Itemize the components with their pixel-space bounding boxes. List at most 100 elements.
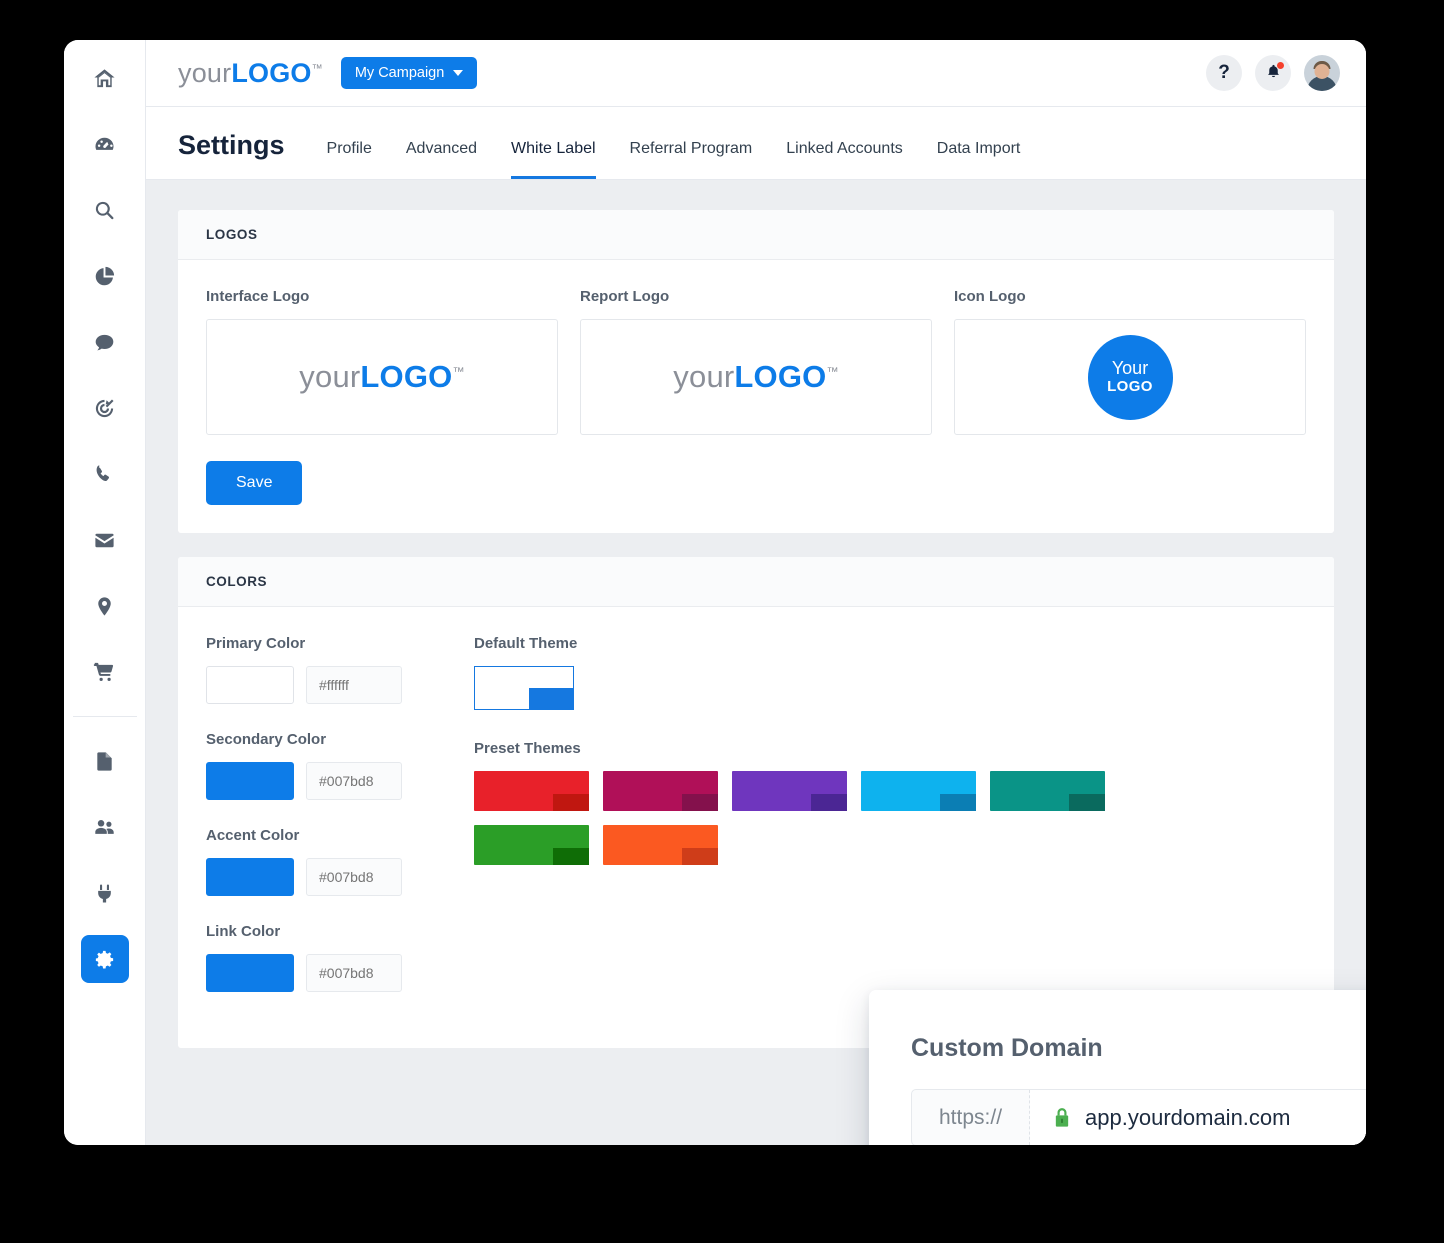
search-icon xyxy=(93,199,116,222)
tab-profile[interactable]: Profile xyxy=(327,140,372,179)
avatar-face xyxy=(1314,64,1330,79)
link-color-swatch[interactable] xyxy=(206,954,294,992)
tab-referral-program[interactable]: Referral Program xyxy=(630,140,753,179)
themes-column: Default Theme Preset Themes xyxy=(474,635,1306,992)
sidebar-item-calls[interactable] xyxy=(81,450,129,498)
topbar-actions: ? xyxy=(1206,55,1340,91)
accent-color-field: Accent Color xyxy=(206,827,474,896)
sidebar-item-goals[interactable] xyxy=(81,384,129,432)
notifications-button[interactable] xyxy=(1255,55,1291,91)
comment-icon xyxy=(93,331,116,354)
default-theme-accent xyxy=(529,688,573,709)
preset-theme-teal[interactable] xyxy=(990,771,1105,811)
accent-color-label: Accent Color xyxy=(206,827,300,844)
plug-icon xyxy=(93,882,116,905)
preset-theme-accent xyxy=(682,848,718,865)
primary-color-hex-input[interactable] xyxy=(306,666,402,704)
link-color-hex-input[interactable] xyxy=(306,954,402,992)
secondary-color-label: Secondary Color xyxy=(206,731,327,748)
report-logo-upload-box[interactable]: yourLOGO™ xyxy=(580,319,932,435)
default-theme-swatch[interactable] xyxy=(474,666,574,710)
chevron-down-icon xyxy=(453,70,464,76)
main-content: LOGOS Interface Logo yourLOGO™ Report Lo… xyxy=(146,180,1366,1145)
sidebar-item-documents[interactable] xyxy=(81,737,129,785)
logos-panel-body: Interface Logo yourLOGO™ Report Logo you… xyxy=(178,260,1334,533)
preset-theme-accent xyxy=(553,794,589,811)
preset-theme-green[interactable] xyxy=(474,825,589,865)
save-button[interactable]: Save xyxy=(206,461,303,505)
sidebar-item-commerce[interactable] xyxy=(81,648,129,696)
icon-logo-line2: LOGO xyxy=(1107,377,1153,395)
tab-linked-accounts[interactable]: Linked Accounts xyxy=(786,140,903,179)
phone-icon xyxy=(93,463,116,486)
map-pin-icon xyxy=(93,595,116,618)
sidebar-item-integrations[interactable] xyxy=(81,869,129,917)
sidebar-item-contacts[interactable] xyxy=(81,803,129,851)
interface-logo-preview: yourLOGO™ xyxy=(299,359,464,395)
preset-themes-label: Preset Themes xyxy=(474,740,581,757)
interface-logo-field: Interface Logo yourLOGO™ xyxy=(206,288,558,435)
icon-logo-field: Icon Logo Your LOGO xyxy=(954,288,1306,435)
default-theme-field: Default Theme xyxy=(474,635,1306,710)
sidebar-item-home[interactable] xyxy=(81,54,129,102)
colors-panel-title: COLORS xyxy=(206,574,268,589)
preset-theme-accent xyxy=(940,794,976,811)
tab-bar: Settings Profile Advanced White Label Re… xyxy=(146,107,1366,180)
tab-advanced[interactable]: Advanced xyxy=(406,140,477,179)
logos-panel-title: LOGOS xyxy=(206,227,258,242)
primary-color-field: Primary Color xyxy=(206,635,474,704)
preset-theme-red[interactable] xyxy=(474,771,589,811)
content-area: yourLOGO™ My Campaign ? Settings Profile… xyxy=(146,40,1366,1145)
logos-panel: LOGOS Interface Logo yourLOGO™ Report Lo… xyxy=(178,210,1334,533)
interface-logo-upload-box[interactable]: yourLOGO™ xyxy=(206,319,558,435)
report-logo-field: Report Logo yourLOGO™ xyxy=(580,288,932,435)
report-logo-prefix: your xyxy=(673,359,735,394)
document-icon xyxy=(93,750,116,773)
secondary-color-swatch[interactable] xyxy=(206,762,294,800)
sidebar-item-dashboard[interactable] xyxy=(81,120,129,168)
brand-tm: ™ xyxy=(311,62,323,75)
preset-themes-grid xyxy=(474,771,1134,865)
custom-domain-input-group[interactable]: https:// app.yourdomain.com xyxy=(911,1089,1366,1145)
primary-color-swatch[interactable] xyxy=(206,666,294,704)
preset-theme-accent xyxy=(682,794,718,811)
logos-panel-header: LOGOS xyxy=(178,210,1334,260)
icon-logo-label: Icon Logo xyxy=(954,288,1026,305)
page-title: Settings xyxy=(178,130,285,160)
icon-logo-upload-box[interactable]: Your LOGO xyxy=(954,319,1306,435)
brand-logo[interactable]: yourLOGO™ xyxy=(178,58,323,89)
sidebar-item-search[interactable] xyxy=(81,186,129,234)
sidebar-item-reports[interactable] xyxy=(81,252,129,300)
sidebar-item-settings[interactable] xyxy=(80,935,129,983)
color-fields-column: Primary Color Secondary Color xyxy=(206,635,474,992)
preset-theme-cyan[interactable] xyxy=(861,771,976,811)
sidebar-item-email[interactable] xyxy=(81,516,129,564)
shopping-cart-icon xyxy=(93,661,116,684)
interface-logo-tm: ™ xyxy=(452,364,465,379)
tab-data-import[interactable]: Data Import xyxy=(937,140,1021,179)
domain-value-wrap[interactable]: app.yourdomain.com xyxy=(1030,1090,1366,1145)
sidebar-item-locations[interactable] xyxy=(81,582,129,630)
accent-color-hex-input[interactable] xyxy=(306,858,402,896)
report-logo-bold: LOGO xyxy=(734,359,827,394)
sidebar-item-messages[interactable] xyxy=(81,318,129,366)
target-icon xyxy=(93,397,116,420)
accent-color-swatch[interactable] xyxy=(206,858,294,896)
secondary-color-hex-input[interactable] xyxy=(306,762,402,800)
colors-panel-body: Primary Color Secondary Color xyxy=(178,607,1334,1048)
avatar[interactable] xyxy=(1304,55,1340,91)
default-theme-label: Default Theme xyxy=(474,635,578,652)
preset-theme-purple[interactable] xyxy=(732,771,847,811)
preset-theme-magenta[interactable] xyxy=(603,771,718,811)
primary-color-label: Primary Color xyxy=(206,635,306,652)
report-logo-preview: yourLOGO™ xyxy=(673,359,838,395)
tab-white-label[interactable]: White Label xyxy=(511,140,596,179)
preset-theme-accent xyxy=(811,794,847,811)
campaign-selector-button[interactable]: My Campaign xyxy=(340,57,478,89)
interface-logo-bold: LOGO xyxy=(360,359,453,394)
top-bar: yourLOGO™ My Campaign ? xyxy=(146,40,1366,107)
brand-prefix: your xyxy=(178,57,232,88)
preset-theme-orange[interactable] xyxy=(603,825,718,865)
help-button[interactable]: ? xyxy=(1206,55,1242,91)
icon-logo-preview: Your LOGO xyxy=(1087,334,1173,420)
